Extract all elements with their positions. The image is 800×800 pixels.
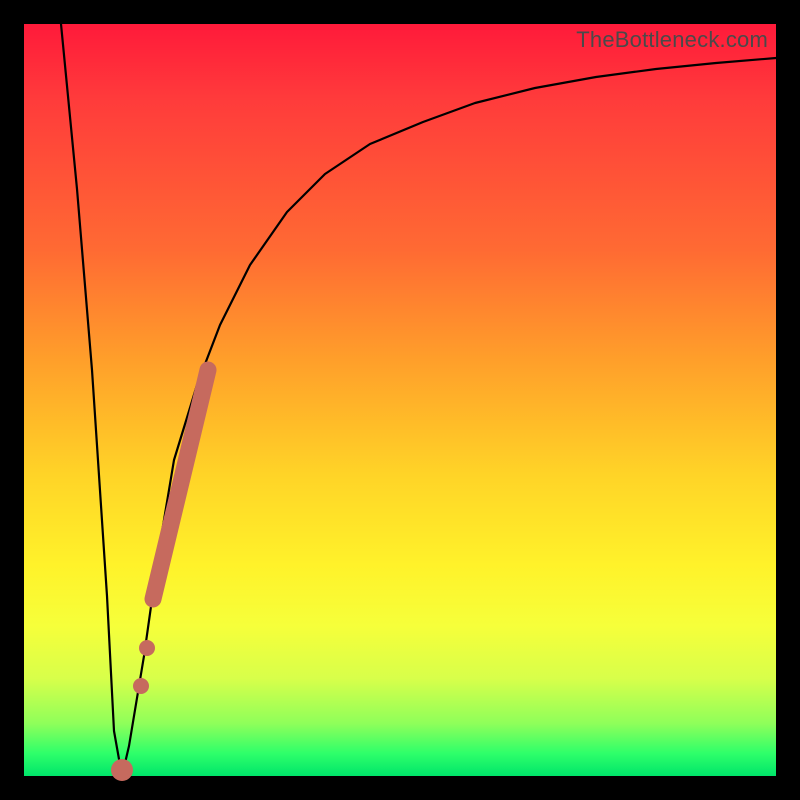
bottleneck-curve (24, 24, 776, 776)
curve-path (61, 24, 776, 776)
highlight-dot (111, 759, 133, 781)
highlight-segment (153, 370, 208, 599)
chart-frame: TheBottleneck.com (0, 0, 800, 800)
highlight-dot (133, 678, 149, 694)
highlight-dot (139, 640, 155, 656)
plot-area: TheBottleneck.com (24, 24, 776, 776)
